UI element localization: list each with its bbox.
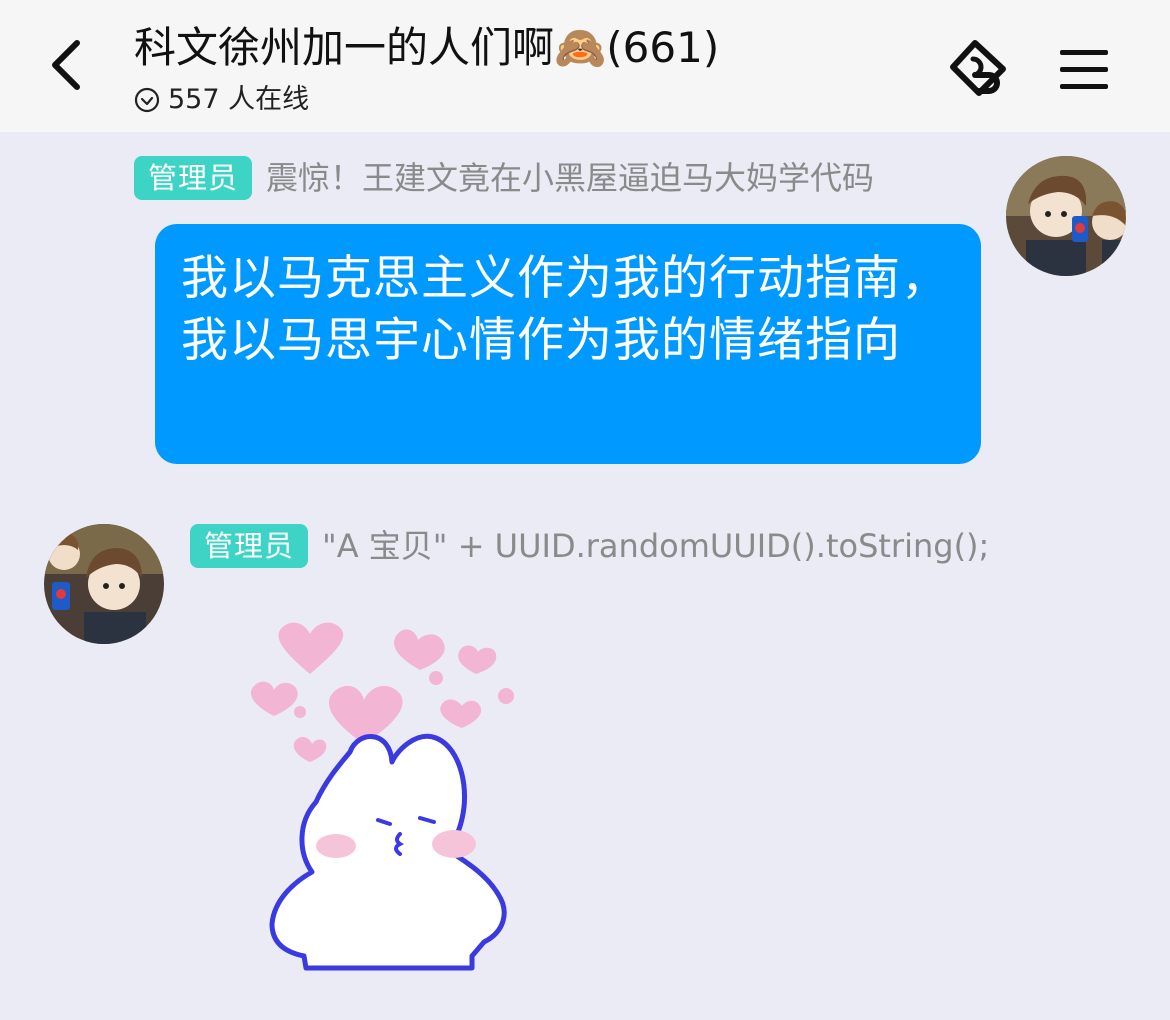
tag-link-button[interactable]	[944, 34, 1016, 106]
message-sender-row: 管理员 震惊！王建文竟在小黑屋逼迫马大妈学代码	[134, 156, 874, 200]
heart-shape	[293, 737, 327, 762]
sender-nickname[interactable]: 震惊！王建文竟在小黑屋逼迫马大妈学代码	[266, 156, 874, 200]
chevron-left-icon	[52, 40, 80, 90]
admin-badge: 管理员	[134, 156, 253, 200]
chat-title[interactable]: 科文徐州加一的人们啊🙈(661)	[134, 22, 719, 74]
clock-check-icon	[134, 87, 160, 113]
heart-shape	[250, 681, 298, 716]
back-button[interactable]	[30, 30, 100, 100]
heart-dot	[429, 671, 443, 685]
online-count: 557 人在线	[168, 84, 310, 115]
menu-icon	[1060, 50, 1108, 89]
heart-shape	[394, 629, 445, 670]
chat-header: 科文徐州加一的人们啊🙈(661) 557 人在线	[0, 0, 1170, 132]
sender-nickname[interactable]: "A 宝贝" + UUID.randomUUID().toString();	[322, 524, 989, 568]
online-status: 557 人在线	[134, 82, 309, 118]
heart-shape	[458, 645, 497, 674]
heart-dot	[498, 688, 514, 704]
bunny-mouth	[394, 832, 404, 856]
heart-shape	[278, 622, 344, 674]
avatar[interactable]	[1006, 156, 1126, 276]
right-cheek	[432, 830, 476, 858]
bunny-hearts-sticker[interactable]	[240, 612, 520, 974]
tag-link-icon	[950, 40, 1006, 96]
left-cheek	[316, 834, 356, 858]
heart-shape	[440, 699, 482, 728]
message-bubble[interactable]: 我以马克思主义作为我的行动指南，我以马思宇心情作为我的情绪指向	[155, 224, 981, 464]
heart-dot	[294, 706, 306, 718]
menu-button[interactable]	[1048, 34, 1120, 106]
avatar[interactable]	[44, 524, 164, 644]
admin-badge: 管理员	[190, 524, 309, 568]
message-sender-row: 管理员 "A 宝贝" + UUID.randomUUID().toString(…	[190, 524, 989, 568]
